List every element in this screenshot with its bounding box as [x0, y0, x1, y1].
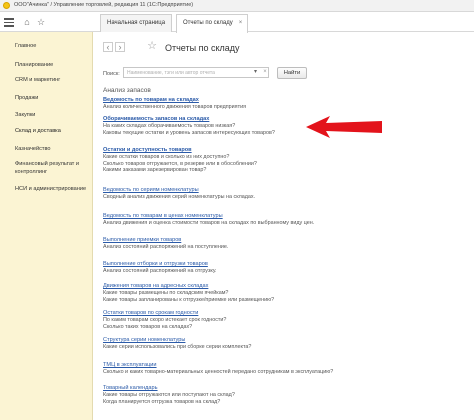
window-title: ООО"Ачинка" / Управление торговлей, реда…: [14, 2, 194, 8]
report-link[interactable]: Ведомость по товарам в ценах номенклатур…: [103, 213, 463, 220]
home-icon[interactable]: ⌂: [22, 17, 32, 27]
report-description: Анализ движения и оценка стоимости товар…: [103, 220, 315, 226]
report-link[interactable]: Остатки и доступность товаров: [103, 147, 463, 154]
report-description: Когда планируется отгрузка товаров на ск…: [103, 398, 221, 405]
page-title: Отчеты по складу: [165, 43, 240, 53]
favorite-star-icon[interactable]: ☆: [147, 41, 157, 52]
tab-warehouse-reports[interactable]: Отчеты по складу ×: [176, 14, 248, 33]
report-link[interactable]: ТМЦ в эксплуатации: [103, 362, 463, 369]
report-link[interactable]: Ведомость по товарам на складах: [103, 97, 463, 104]
report-link[interactable]: Выполнение отборки и отгрузки товаров: [103, 261, 463, 268]
report-description: Сводный анализ движения серий номенклату…: [103, 194, 256, 200]
report-item: Движения товаров на адресных складах Каки…: [103, 283, 463, 303]
section-title: Анализ запасов: [103, 87, 151, 94]
report-description: Какими заказами зарезервирован товар?: [103, 167, 207, 174]
report-description: По каким товарам скоро истекает срок год…: [103, 317, 227, 323]
report-description: Какие товары запланированы к отгрузке/пр…: [103, 296, 275, 303]
report-item: Товарный календарь Какие товары отгружают…: [103, 385, 463, 405]
sidebar-item-financial-result[interactable]: Финансовый результат и контроллинг: [15, 160, 91, 176]
report-item: Ведомость по сериям номенклатуры Сводный …: [103, 187, 463, 201]
report-link[interactable]: Движения товаров на адресных складах: [103, 283, 463, 290]
tab-bar: ⌂ ☆ Начальная страница Отчеты по складу ×: [0, 12, 474, 33]
report-link[interactable]: Выполнение приемки товаров: [103, 237, 463, 244]
report-description: Сколько таких товаров на складах?: [103, 323, 193, 330]
tab-label: Начальная страница: [107, 20, 166, 26]
report-item: Остатки и доступность товаров Какие остат…: [103, 147, 463, 174]
main-content: ‹ › ☆ Отчеты по складу Поиск: Наименован…: [95, 32, 474, 420]
sidebar-item-main[interactable]: Главное: [15, 42, 91, 50]
report-item: Оборачиваемость запасов на складах На как…: [103, 116, 463, 136]
report-item: Ведомость по товарам в ценах номенклатур…: [103, 213, 463, 227]
forward-arrow-icon[interactable]: ›: [115, 42, 125, 52]
sidebar-item-nsi[interactable]: НСИ и администрирование: [15, 185, 91, 193]
favorites-star-icon[interactable]: ☆: [36, 17, 46, 27]
chevron-down-icon[interactable]: ▾: [251, 68, 260, 77]
sidebar-item-crm[interactable]: CRM и маркетинг: [15, 76, 91, 84]
clear-icon[interactable]: ×: [261, 68, 269, 77]
sidebar-item-warehouse[interactable]: Склад и доставка: [15, 127, 91, 135]
main-menu-icon[interactable]: [2, 15, 16, 29]
app-logo-icon: [3, 2, 10, 9]
close-icon[interactable]: ×: [239, 20, 243, 26]
report-description: Какие серии использовались при сборке се…: [103, 344, 252, 350]
report-item: Остатки товаров по срокам годности По как…: [103, 310, 463, 330]
back-arrow-icon[interactable]: ‹: [103, 42, 113, 52]
sidebar-item-treasury[interactable]: Казначейство: [15, 145, 91, 153]
report-link[interactable]: Структура серии номенклатуры: [103, 337, 463, 344]
report-description: Сколько и каких товарно-материальных цен…: [103, 369, 334, 375]
search-label: Поиск:: [103, 71, 120, 77]
sidebar: Главное Планирование CRM и маркетинг Про…: [0, 32, 93, 420]
report-link[interactable]: Товарный календарь: [103, 385, 463, 392]
report-item: ТМЦ в эксплуатации Сколько и каких товарн…: [103, 362, 463, 376]
report-description: Анализ состояний распоряжений на поступл…: [103, 244, 229, 250]
report-link[interactable]: Оборачиваемость запасов на складах: [103, 116, 463, 123]
sidebar-item-sales[interactable]: Продажи: [15, 94, 91, 102]
window-titlebar: ООО"Ачинка" / Управление торговлей, реда…: [0, 0, 474, 12]
report-description: На каких складах оборачиваемость товаров…: [103, 123, 236, 129]
report-description: Каковы текущие остатки и уровень запасов…: [103, 129, 275, 136]
report-item: Выполнение отборки и отгрузки товаров Ана…: [103, 261, 463, 275]
search-button[interactable]: Найти: [277, 67, 307, 79]
red-arrow-icon: [306, 116, 382, 138]
report-item: Ведомость по товарам на складах Анализ ко…: [103, 97, 463, 111]
tab-home[interactable]: Начальная страница: [100, 14, 172, 32]
report-description: Анализ состояний распоряжений на отгрузк…: [103, 268, 217, 274]
report-item: Структура серии номенклатуры Какие серии …: [103, 337, 463, 351]
report-link[interactable]: Ведомость по сериям номенклатуры: [103, 187, 463, 194]
report-item: Выполнение приемки товаров Анализ состоян…: [103, 237, 463, 251]
report-link[interactable]: Остатки товаров по срокам годности: [103, 310, 463, 317]
report-description: Анализ количественного движения товаров …: [103, 104, 247, 110]
report-description: Сколько товаров отгружается, в резерве и…: [103, 160, 257, 167]
sidebar-item-planning[interactable]: Планирование: [15, 61, 91, 69]
sidebar-item-purchases[interactable]: Закупки: [15, 111, 91, 119]
report-description: Какие товары размещены по складским ячей…: [103, 290, 229, 296]
report-description: Какие остатки товаров и сколько из них д…: [103, 154, 230, 160]
report-description: Какие товары отгружаются или поступают н…: [103, 392, 235, 398]
search-input[interactable]: Наименование, тэги или автор отчета: [123, 67, 269, 78]
tab-label: Отчеты по складу: [183, 20, 233, 26]
